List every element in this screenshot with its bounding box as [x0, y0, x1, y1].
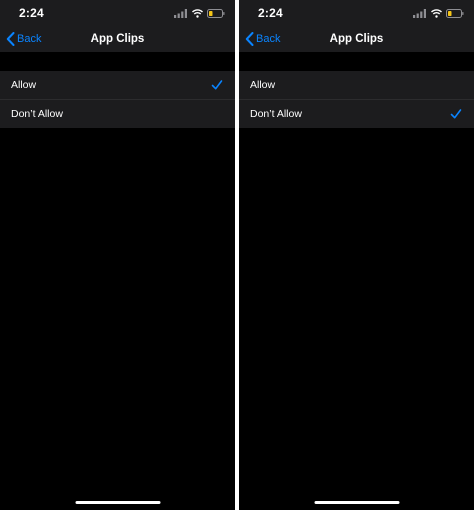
option-label: Allow	[11, 79, 37, 91]
page-title: App Clips	[329, 33, 384, 45]
battery-icon	[446, 8, 464, 18]
checkmark-icon	[450, 109, 462, 119]
option-allow[interactable]: Allow	[239, 71, 474, 99]
option-label: Allow	[250, 79, 276, 91]
option-dont-allow[interactable]: Don’t Allow	[239, 100, 474, 128]
status-bar: 2:24	[0, 0, 235, 26]
wifi-icon	[431, 8, 442, 18]
signal-icon	[174, 8, 187, 18]
status-icons	[174, 8, 225, 18]
phone-screen-right: 2:24 Back App Clips Allow Don’t Allow	[239, 0, 474, 510]
wifi-icon	[192, 8, 203, 18]
option-dont-allow[interactable]: Don’t Allow	[0, 100, 235, 128]
signal-icon	[413, 8, 426, 18]
status-time: 2:24	[258, 6, 283, 20]
options-list: Allow Don’t Allow	[0, 71, 235, 128]
option-label: Don’t Allow	[11, 108, 63, 120]
status-bar: 2:24	[239, 0, 474, 26]
option-allow[interactable]: Allow	[0, 71, 235, 99]
option-label: Don’t Allow	[250, 108, 302, 120]
navigation-bar: Back App Clips	[239, 26, 474, 52]
battery-icon	[207, 8, 225, 18]
phone-screen-left: 2:24 Back App Clips Allow Don’t Allow	[0, 0, 235, 510]
status-time: 2:24	[19, 6, 44, 20]
navigation-bar: Back App Clips	[0, 26, 235, 52]
home-indicator[interactable]	[314, 501, 399, 504]
page-title: App Clips	[90, 33, 145, 45]
home-indicator[interactable]	[75, 501, 160, 504]
options-list: Allow Don’t Allow	[239, 71, 474, 128]
checkmark-icon	[211, 80, 223, 90]
status-icons	[413, 8, 464, 18]
